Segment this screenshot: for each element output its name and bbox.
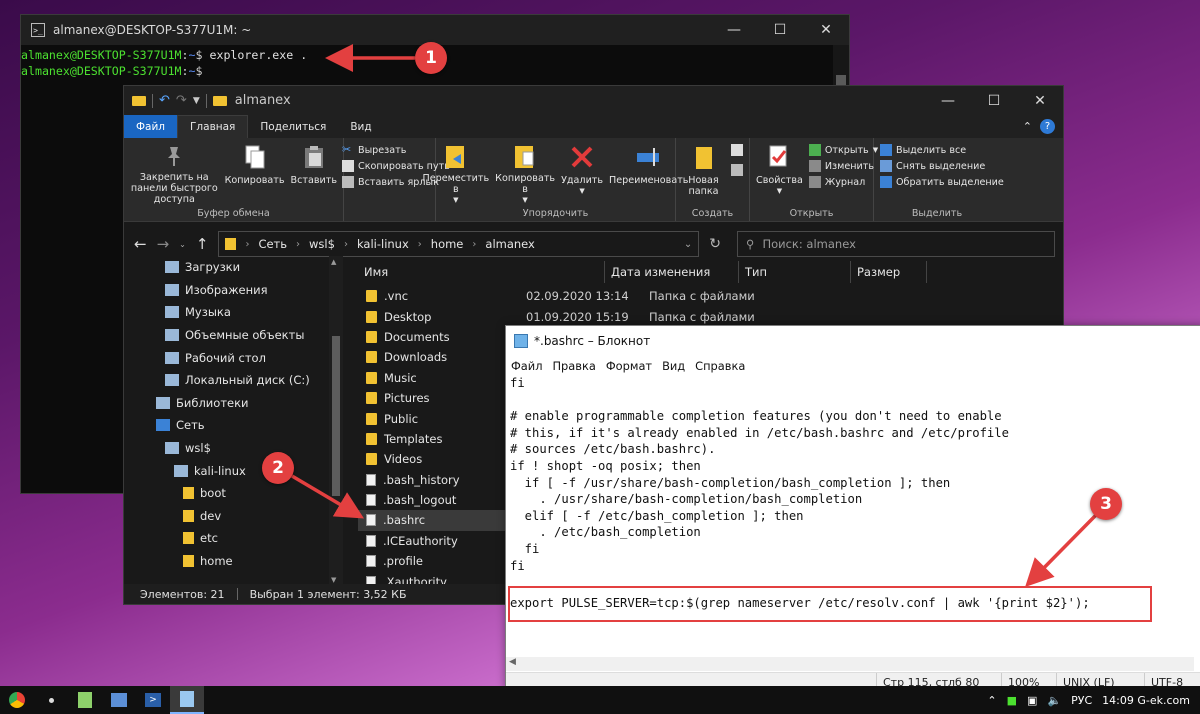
annotation-badge: 3 (1090, 488, 1122, 520)
notepad-plus-icon[interactable] (68, 686, 102, 714)
annotation-badge: 1 (415, 42, 447, 74)
system-tray: ⌃ ■ ▣ 🔈 РУС 14:09 G-ek.com (987, 694, 1200, 707)
notepad-taskbar-icon[interactable] (170, 686, 204, 714)
network-app-icon[interactable] (102, 686, 136, 714)
network-icon[interactable]: ▣ (1027, 694, 1037, 707)
app-dot-icon[interactable] (34, 686, 68, 714)
taskbar: > ⌃ ■ ▣ 🔈 РУС 14:09 G-ek.com (0, 686, 1200, 714)
annotation-badge: 2 (262, 452, 294, 484)
annotation-arrows (291, 44, 1098, 587)
shield-icon[interactable]: ■ (1007, 694, 1017, 707)
chevron-up-icon[interactable]: ⌃ (987, 694, 996, 707)
volume-icon[interactable]: 🔈 (1047, 694, 1061, 707)
powershell-icon[interactable]: > (136, 686, 170, 714)
language-indicator[interactable]: РУС (1071, 694, 1092, 707)
clock[interactable]: 14:09 G-ek.com (1102, 694, 1190, 707)
chrome-icon[interactable] (0, 686, 34, 714)
